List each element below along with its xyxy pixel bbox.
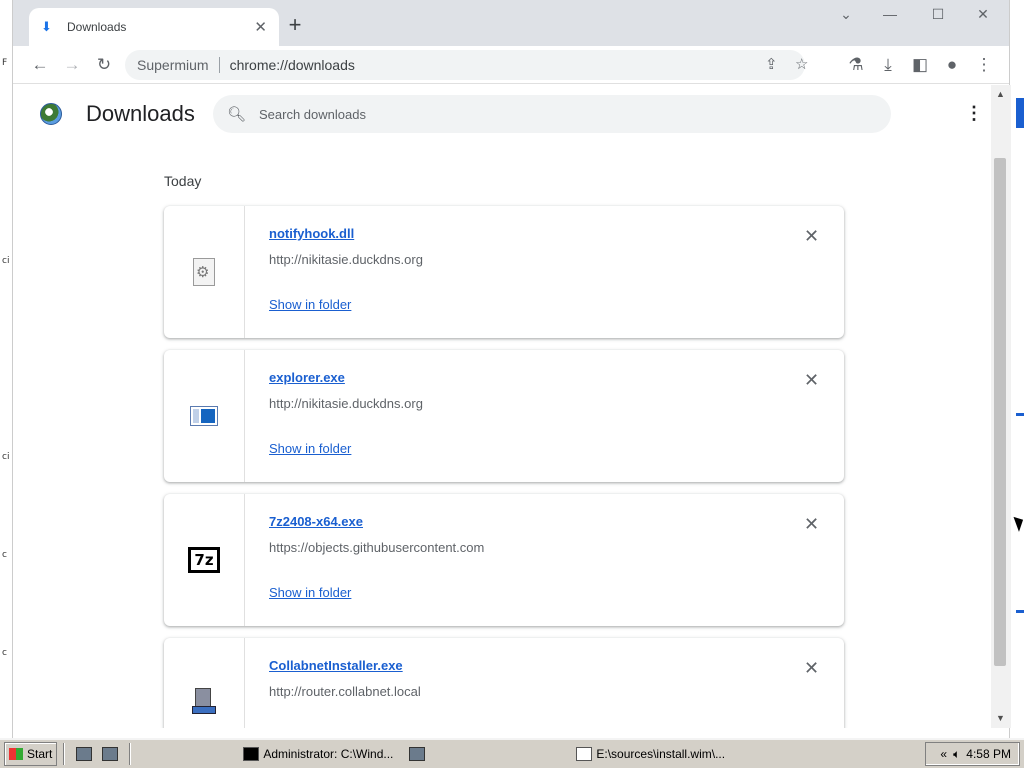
windows-logo-icon xyxy=(9,748,23,760)
desktop-right-edge xyxy=(1010,0,1024,738)
show-in-folder-link[interactable]: Show in folder xyxy=(269,585,351,600)
tab-close-icon[interactable]: ✕ xyxy=(254,18,267,36)
tray-expand-icon[interactable]: « xyxy=(940,747,947,761)
start-button[interactable]: Start xyxy=(4,742,58,766)
forward-icon[interactable]: → xyxy=(61,54,83,76)
url-text: chrome://downloads xyxy=(229,57,355,73)
back-icon[interactable]: ← xyxy=(29,54,51,76)
extension-icon[interactable]: ⚗ xyxy=(845,54,867,76)
page-title: Downloads xyxy=(86,101,195,126)
download-item: explorer.exe http://nikitasie.duckdns.or… xyxy=(164,350,844,482)
taskbar-item-cmd[interactable]: Administrator: C:\Wind... xyxy=(237,742,399,766)
close-window-button[interactable]: ✕ xyxy=(968,6,998,23)
browser-toolbar: ← → ↻ Supermium chrome://downloads ⇪ ☆ ⚗… xyxy=(13,46,1009,84)
file-source-url: http://router.collabnet.local xyxy=(269,684,421,699)
scrollbar-thumb[interactable] xyxy=(994,158,1006,666)
scroll-down-arrow-icon[interactable]: ▼ xyxy=(996,713,1005,723)
scroll-up-arrow-icon[interactable]: ▲ xyxy=(996,89,1005,99)
tab-downloads[interactable]: ⬇ Downloads ✕ xyxy=(29,8,279,46)
download-item: notifyhook.dll http://nikitasie.duckdns.… xyxy=(164,206,844,338)
search-input[interactable] xyxy=(259,106,819,122)
taskbar-app-icon[interactable] xyxy=(409,747,426,761)
remove-close-icon[interactable]: ✕ xyxy=(804,370,819,391)
dll-file-icon xyxy=(193,258,215,286)
maximize-button[interactable]: ☐ xyxy=(923,6,953,23)
clock: 4:58 PM xyxy=(966,747,1011,761)
show-in-folder-link[interactable]: Show in folder xyxy=(269,297,351,312)
address-bar[interactable]: Supermium chrome://downloads ⇪ ☆ xyxy=(125,50,808,80)
search-box[interactable]: 🔍︎ xyxy=(213,95,891,133)
quick-launch-icon[interactable] xyxy=(76,747,93,761)
taskbar-item-7zip[interactable]: E:\sources\install.wim\... xyxy=(570,742,731,766)
remove-close-icon[interactable]: ✕ xyxy=(804,226,819,247)
menu-icon[interactable]: ⋮ xyxy=(973,54,995,76)
side-panel-icon[interactable]: ◧ xyxy=(909,54,931,76)
download-item: 7z 7z2408-x64.exe https://objects.github… xyxy=(164,494,844,626)
file-name-link[interactable]: CollabnetInstaller.exe xyxy=(269,658,403,673)
section-heading-today: Today xyxy=(164,173,202,189)
installer-network-icon xyxy=(192,688,216,716)
quick-launch-icon[interactable] xyxy=(102,747,119,761)
downloads-page: Downloads 🔍︎ ⋮ Today notifyhook.dll http… xyxy=(13,85,1011,728)
cmd-icon xyxy=(243,747,260,761)
downloads-toolbar-icon[interactable]: ⤓ xyxy=(877,54,899,76)
vertical-scrollbar[interactable]: ▲ ▼ xyxy=(991,85,1011,728)
tab-search-chevron-icon[interactable]: ⌄ xyxy=(831,6,861,23)
download-icon: ⬇ xyxy=(41,19,52,34)
new-tab-button[interactable]: + xyxy=(281,12,309,40)
star-icon[interactable]: ☆ xyxy=(795,55,808,73)
file-source-url: https://objects.githubusercontent.com xyxy=(269,540,485,555)
file-source-url: http://nikitasie.duckdns.org xyxy=(269,252,423,267)
system-tray: « 🔈︎ 4:58 PM xyxy=(925,742,1020,766)
browser-window: ⬇ Downloads ✕ + ⌄ — ☐ ✕ ← → ↻ Supermium … xyxy=(12,0,1011,738)
site-label: Supermium xyxy=(137,57,209,73)
exe-window-icon xyxy=(190,406,218,426)
search-icon: 🔍︎ xyxy=(227,106,247,123)
show-in-folder-link[interactable]: Show in folder xyxy=(269,441,351,456)
download-item: CollabnetInstaller.exe http://router.col… xyxy=(164,638,844,728)
remove-close-icon[interactable]: ✕ xyxy=(804,658,819,679)
downloads-header: Downloads 🔍︎ ⋮ xyxy=(13,85,1011,141)
tab-title: Downloads xyxy=(67,20,127,34)
7zip-icon: 7z xyxy=(188,547,220,573)
remove-close-icon[interactable]: ✕ xyxy=(804,514,819,535)
file-name-link[interactable]: notifyhook.dll xyxy=(269,226,354,241)
file-name-link[interactable]: 7z2408-x64.exe xyxy=(269,514,363,529)
downloads-list: Today notifyhook.dll http://nikitasie.du… xyxy=(13,141,991,728)
file-name-link[interactable]: explorer.exe xyxy=(269,370,345,385)
taskbar: Start Administrator: C:\Wind... E:\sourc… xyxy=(0,738,1024,768)
desktop-left-edge: F ci ci c c xyxy=(0,0,12,738)
minimize-button[interactable]: — xyxy=(875,6,905,22)
share-icon[interactable]: ⇪ xyxy=(765,55,778,73)
reload-icon[interactable]: ↻ xyxy=(93,54,115,76)
7zip-small-icon xyxy=(576,747,593,761)
more-options-icon[interactable]: ⋮ xyxy=(965,103,983,124)
volume-icon[interactable]: 🔈︎ xyxy=(953,747,960,762)
profile-icon[interactable]: ● xyxy=(941,54,963,76)
title-bar: ⬇ Downloads ✕ + ⌄ — ☐ ✕ xyxy=(13,0,1009,46)
supermium-logo-icon xyxy=(40,103,62,125)
file-source-url: http://nikitasie.duckdns.org xyxy=(269,396,423,411)
